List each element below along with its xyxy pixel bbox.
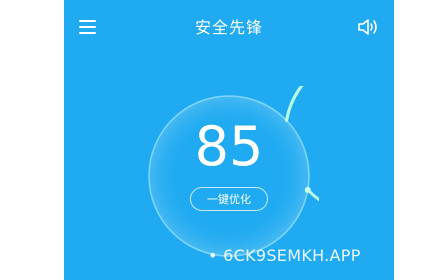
gauge-progress-knob	[304, 186, 311, 193]
watermark-text: • 6CK9SEMKH.APP	[208, 246, 361, 265]
speaker-icon	[358, 19, 377, 35]
sound-toggle-button[interactable]	[356, 16, 380, 38]
security-score: 85	[194, 115, 264, 178]
page-title: 安全先锋	[194, 18, 263, 37]
top-bar: 安全先锋	[64, 0, 394, 56]
one-click-optimize-button[interactable]: 一键优化	[190, 187, 268, 211]
hamburger-menu-icon	[79, 20, 96, 34]
app-screen: 安全先锋 85 一键优化 • 6CK9SEMKH.APP	[64, 0, 394, 280]
menu-button[interactable]	[78, 18, 98, 36]
